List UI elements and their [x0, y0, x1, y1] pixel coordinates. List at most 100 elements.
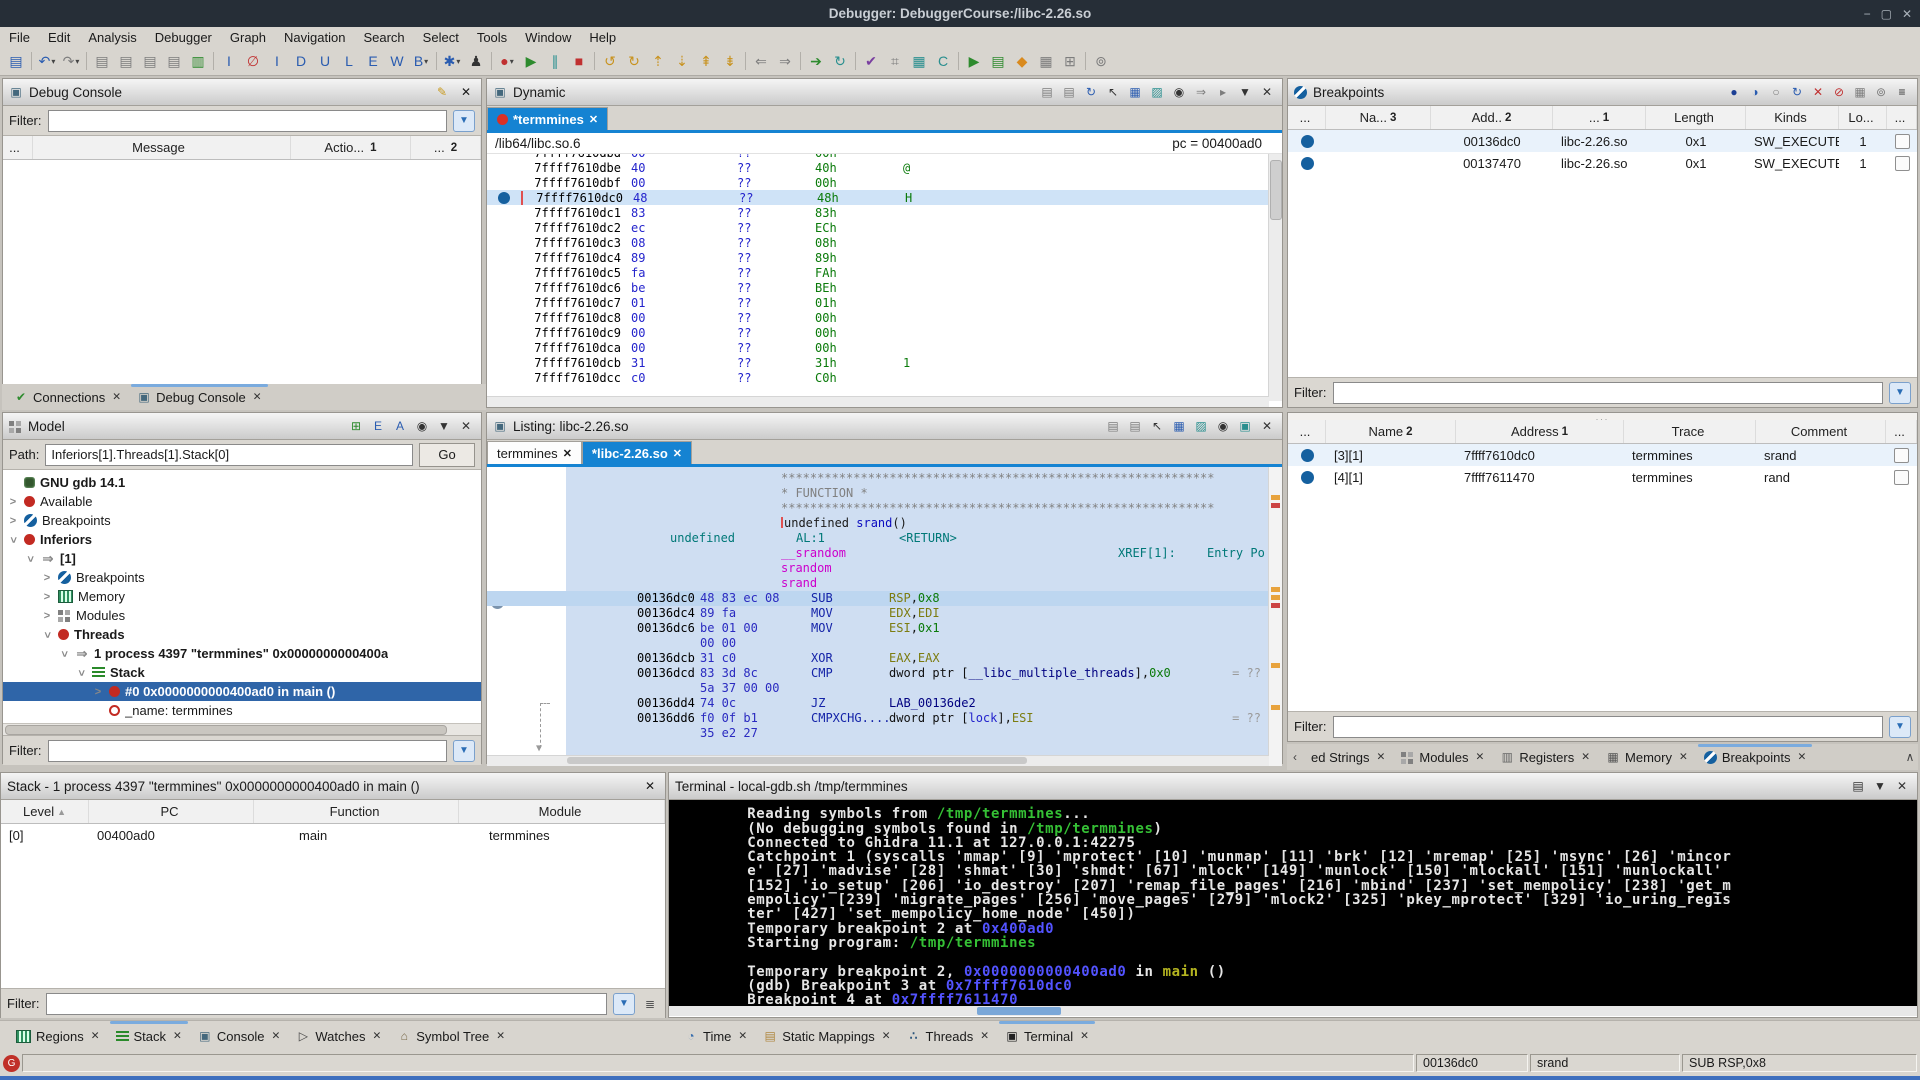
separator[interactable]: [436, 52, 437, 70]
instruction-mnemonic[interactable]: JZ: [811, 696, 889, 710]
go-button[interactable]: Go: [419, 442, 475, 467]
instruction-mnemonic[interactable]: MOV: [811, 606, 889, 620]
instruction-row[interactable]: 00136dc4 89 fa MOV EDX,EDI: [566, 606, 1269, 621]
memory-row[interactable]: 7ffff7610dc9 00 ?? 00h: [487, 325, 1282, 340]
instruction-operand[interactable]: ,: [911, 606, 918, 620]
location-row[interactable]: [3][1] 7ffff7610dc0 termmines srand: [1288, 444, 1917, 466]
resume-icon[interactable]: ▶: [519, 50, 543, 72]
memory-byte[interactable]: 31: [631, 356, 665, 370]
cursor-mode-icon[interactable]: ↖: [1104, 83, 1122, 101]
breakpoint-state-icon[interactable]: [1300, 448, 1314, 462]
tree-expander[interactable]: >: [41, 610, 53, 622]
column-header[interactable]: ...: [1887, 106, 1917, 129]
step-into-icon[interactable]: ↻: [622, 50, 646, 72]
tab-close-icon[interactable]: ✕: [112, 391, 121, 403]
clear-code-icon[interactable]: C: [931, 50, 955, 72]
format-b-icon[interactable]: B: [409, 50, 433, 72]
field-options-icon[interactable]: ▦: [1170, 417, 1188, 435]
format-i-icon[interactable]: I: [265, 50, 289, 72]
memory-row[interactable]: 7ffff7610dc4 89 ?? 89h: [487, 250, 1282, 265]
panel-tab[interactable]: Registers ✕: [1492, 744, 1598, 770]
tree-expander[interactable]: >: [41, 591, 53, 603]
terminal-options-icon[interactable]: ▤: [1849, 777, 1867, 795]
separator[interactable]: [491, 52, 492, 70]
tree-expander[interactable]: >: [41, 629, 53, 641]
panel-tab[interactable]: Terminal ✕: [997, 1021, 1097, 1051]
menu-item[interactable]: Help: [580, 30, 625, 45]
instruction-mnemonic[interactable]: XOR: [811, 651, 889, 665]
tree-expander[interactable]: >: [24, 553, 36, 565]
filter-input[interactable]: [1332, 381, 1883, 404]
memory-byte[interactable]: 00: [631, 311, 665, 325]
elements-view-icon[interactable]: E: [369, 417, 387, 435]
tab-close-icon[interactable]: ✕: [738, 1030, 747, 1042]
column-header[interactable]: ...: [3, 136, 33, 159]
tree-view-icon[interactable]: ⊞: [347, 417, 365, 435]
instruction-operand[interactable]: EAX: [918, 651, 940, 665]
panel-tab[interactable]: Console ✕: [190, 1021, 289, 1051]
tree-node[interactable]: > Inferiors: [3, 530, 481, 549]
column-header[interactable]: ... 2: [411, 136, 481, 159]
format-w-icon[interactable]: W: [385, 50, 409, 72]
paste-icon[interactable]: ▤: [114, 50, 138, 72]
step-out-icon[interactable]: ⇣: [670, 50, 694, 72]
panel-menu-icon[interactable]: ▼: [1871, 777, 1889, 795]
memory-row[interactable]: 7ffff7610dca 00 ?? 00h: [487, 340, 1282, 355]
separator[interactable]: [213, 52, 214, 70]
instruction-operand[interactable]: EAX: [889, 651, 911, 665]
panel-tab[interactable]: Regions ✕: [8, 1021, 108, 1051]
instruction-operand[interactable]: ,: [911, 591, 918, 605]
tree-expander[interactable]: >: [92, 686, 104, 698]
function-label[interactable]: srand: [566, 576, 1269, 591]
refresh-memory-icon[interactable]: ↻: [1082, 83, 1100, 101]
tree-node[interactable]: > _name: termmines: [3, 701, 481, 720]
separator[interactable]: [31, 52, 32, 70]
tree-expander[interactable]: >: [75, 667, 87, 679]
follow-location-icon[interactable]: ⇒: [1192, 83, 1210, 101]
tree-node[interactable]: > Breakpoints: [3, 511, 481, 530]
copy-icon[interactable]: ▤: [90, 50, 114, 72]
panel-tab[interactable]: Watches ✕: [288, 1021, 389, 1051]
tree-node[interactable]: > Stack: [3, 663, 481, 682]
function-label[interactable]: srandom: [566, 561, 1269, 576]
memory-byte[interactable]: 48: [633, 191, 667, 205]
panel-close-icon[interactable]: ✕: [1258, 83, 1276, 101]
menu-item[interactable]: Search: [354, 30, 413, 45]
tab-close-icon[interactable]: ✕: [1679, 751, 1688, 763]
tab-close-icon[interactable]: ✕: [91, 1030, 100, 1042]
program-tab[interactable]: *libc-2.26.so ✕: [581, 441, 692, 464]
menu-item[interactable]: Debugger: [146, 30, 221, 45]
location-checkbox[interactable]: [1894, 447, 1909, 463]
panel-tab[interactable]: Threads ✕: [899, 1021, 998, 1051]
clear-format-icon[interactable]: ∅: [241, 50, 265, 72]
splitter-grip[interactable]: ...: [1288, 412, 1917, 422]
instruction-operand[interactable]: lock: [968, 711, 997, 725]
enable-all-breakpoints-icon[interactable]: ●: [1725, 83, 1743, 101]
tab-close-icon[interactable]: ✕: [372, 1030, 381, 1042]
instruction-operand[interactable]: ],: [997, 711, 1011, 725]
minimize-button[interactable]: −: [1864, 7, 1871, 21]
settings-gear-icon[interactable]: ⊚: [1089, 50, 1113, 72]
instruction-operand[interactable]: RSP: [889, 591, 911, 605]
column-header[interactable]: Comment: [1756, 420, 1886, 443]
attributes-view-icon[interactable]: A: [391, 417, 409, 435]
instruction-operand[interactable]: EDI: [918, 606, 940, 620]
memory-row[interactable]: 7ffff7610dc7 01 ?? 01h: [487, 295, 1282, 310]
tab-close-icon[interactable]: ✕: [496, 1030, 505, 1042]
memory-byte[interactable]: 01: [631, 296, 665, 310]
memory-row[interactable]: 7ffff7610dc2 ec ?? ECh: [487, 220, 1282, 235]
memory-row[interactable]: 7ffff7610dc6 be ?? BEh: [487, 280, 1282, 295]
cursor-text-icon[interactable]: I: [217, 50, 241, 72]
column-header[interactable]: Trace: [1624, 420, 1756, 443]
clear-all-breakpoints-icon[interactable]: ⊘: [1830, 83, 1848, 101]
menu-item[interactable]: Tools: [468, 30, 516, 45]
stack-frame-row[interactable]: [0] 00400ad0 main termmines: [1, 824, 665, 846]
dynamic-vertical-scrollbar[interactable]: [1268, 154, 1282, 401]
function-label[interactable]: __srandom XREF[1]: Entry Po: [566, 546, 1269, 561]
panel-tab[interactable]: Debug Console ✕: [129, 384, 269, 410]
memory-row[interactable]: 7ffff7610dcc c0 ?? C0h: [487, 370, 1282, 385]
disassemble-back-icon[interactable]: ⇐: [749, 50, 773, 72]
panel-tab[interactable]: Symbol Tree ✕: [389, 1021, 513, 1051]
validate-icon[interactable]: ✔: [859, 50, 883, 72]
format-u-icon[interactable]: U: [313, 50, 337, 72]
